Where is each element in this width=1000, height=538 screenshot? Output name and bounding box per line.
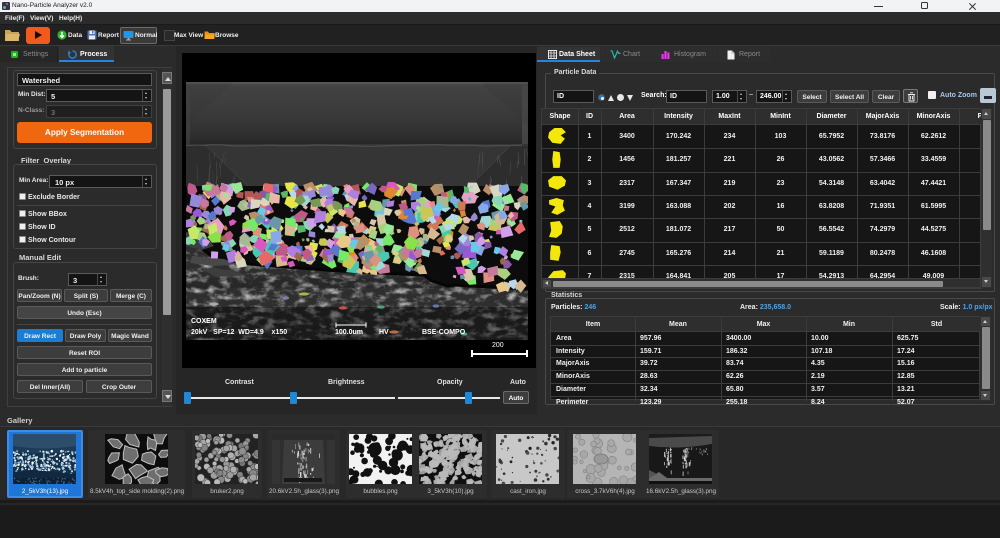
svg-text:HV: HV (379, 329, 389, 336)
svg-text:100.0um: 100.0um (335, 329, 363, 336)
svg-text:COXEM: COXEM (191, 318, 217, 325)
svg-text:BSE-COMPO: BSE-COMPO (422, 329, 466, 336)
svg-text:20kV SP=12 WD=4.9 x150: 20kV SP=12 WD=4.9 x150 (191, 329, 287, 336)
